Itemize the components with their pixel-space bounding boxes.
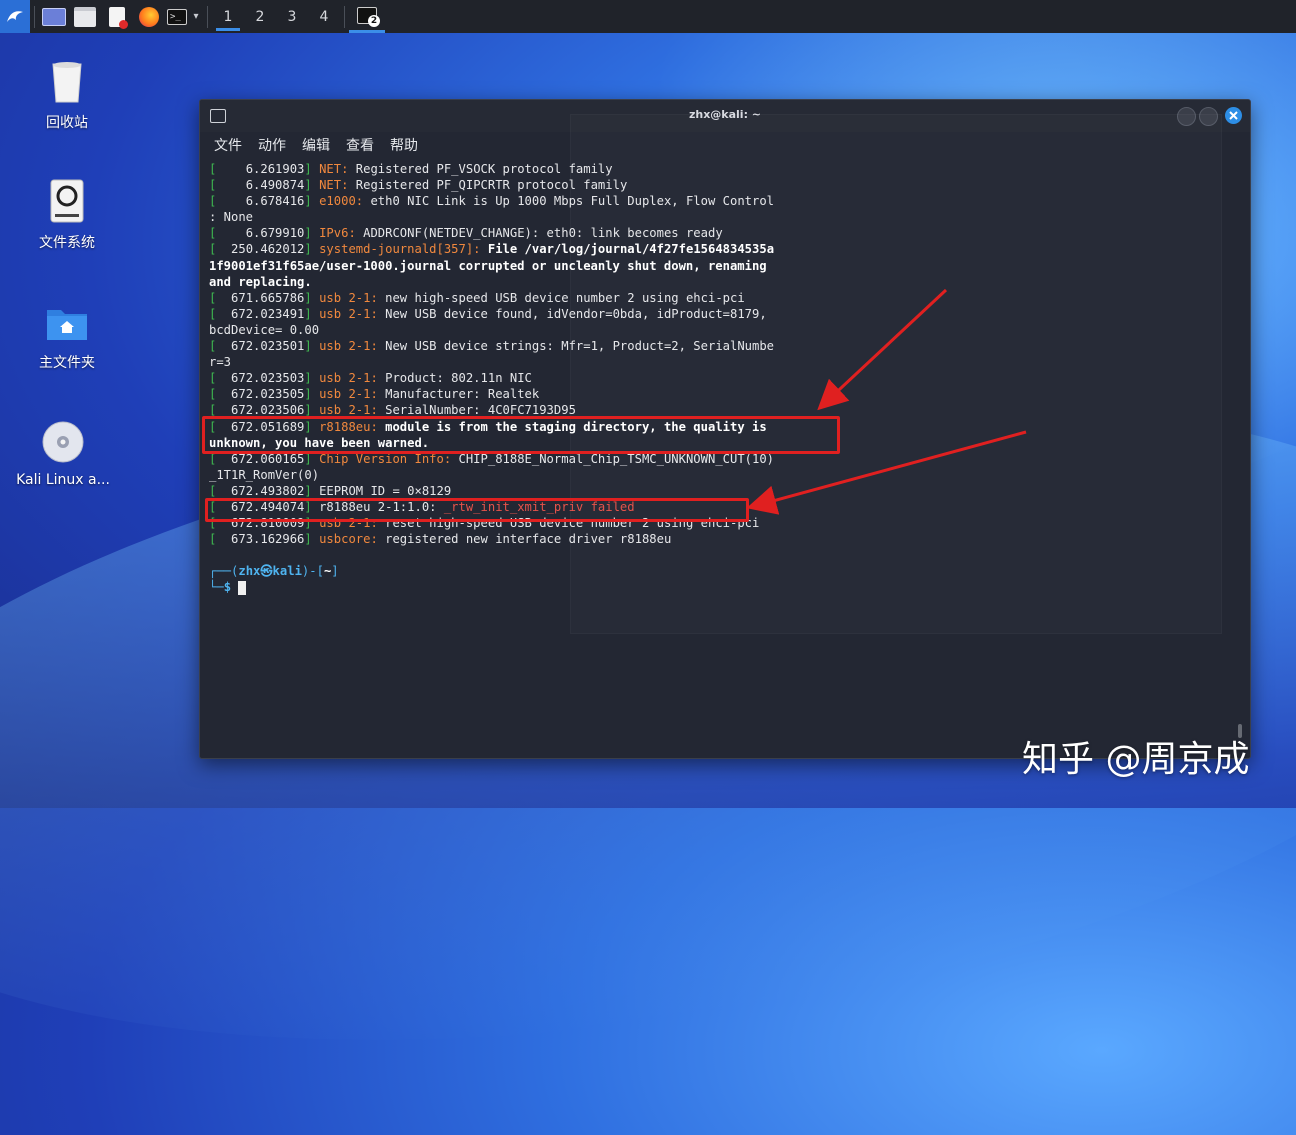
watermark: 知乎 @周京成 [1022, 739, 1250, 780]
arrow-2 [746, 430, 1027, 515]
arrow-1 [817, 288, 948, 411]
annotation-arrows [746, 288, 1027, 515]
